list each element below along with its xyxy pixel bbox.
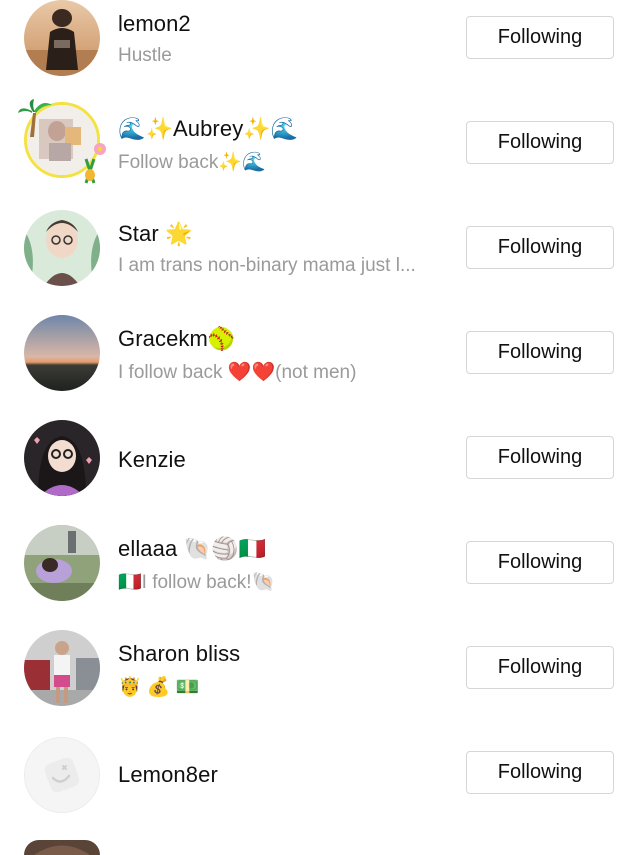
avatar[interactable]: [24, 737, 100, 813]
user-row-gracekm[interactable]: Gracekm🥎 I follow back ❤️❤️(not men) Fol…: [0, 315, 640, 420]
user-name[interactable]: Star 🌟: [118, 221, 192, 247]
user-row-aubrey[interactable]: 🌊✨Aubrey✨🌊 Follow back✨🌊 Following: [0, 99, 640, 210]
following-button[interactable]: Following: [466, 121, 614, 164]
user-name[interactable]: Gracekm🥎: [118, 326, 235, 352]
user-row-kenzie[interactable]: Kenzie Following: [0, 420, 640, 525]
following-button[interactable]: Following: [466, 751, 614, 794]
following-button[interactable]: Following: [466, 646, 614, 689]
user-bio: I am trans non-binary mama just l...: [118, 255, 416, 276]
user-bio: I follow back ❤️❤️(not men): [118, 362, 357, 383]
following-button[interactable]: Following: [466, 226, 614, 269]
following-button[interactable]: Following: [466, 331, 614, 374]
user-name[interactable]: 🌊✨Aubrey✨🌊: [118, 116, 298, 142]
user-bio: Hustle: [118, 45, 172, 66]
avatar-partial[interactable]: [24, 840, 100, 855]
user-row-ellaaa[interactable]: ellaaa 🐚🏐🇮🇹 🇮🇹I follow back!🐚 Following: [0, 525, 640, 630]
flower-icon: [84, 143, 106, 184]
palm-tree-icon: [18, 99, 52, 137]
user-row-star[interactable]: Star 🌟 I am trans non-binary mama just l…: [0, 210, 640, 315]
user-name[interactable]: Lemon8er: [118, 762, 218, 788]
following-button[interactable]: Following: [466, 541, 614, 584]
following-button[interactable]: Following: [466, 16, 614, 59]
lemon8-default-avatar-icon: [25, 738, 99, 812]
user-bio: 🇮🇹I follow back!🐚: [118, 572, 276, 593]
user-name[interactable]: ellaaa 🐚🏐🇮🇹: [118, 536, 266, 562]
avatar[interactable]: [24, 525, 100, 601]
user-row-sharon-bliss[interactable]: Sharon bliss 🤴 💰 💵 Following: [0, 630, 640, 735]
avatar[interactable]: [24, 0, 100, 76]
user-bio: Follow back✨🌊: [118, 152, 266, 173]
avatar[interactable]: [24, 315, 100, 391]
avatar[interactable]: [24, 420, 100, 496]
user-name[interactable]: Sharon bliss: [118, 641, 240, 667]
user-name[interactable]: lemon2: [118, 11, 191, 37]
following-button[interactable]: Following: [466, 436, 614, 479]
following-list: lemon2 Hustle Following 🌊✨Aubrey✨🌊 Follo…: [0, 0, 640, 855]
user-row-lemon2[interactable]: lemon2 Hustle Following: [0, 0, 640, 105]
user-bio: 🤴 💰 💵: [118, 677, 200, 698]
user-row-lemon8er[interactable]: Lemon8er Following: [0, 735, 640, 840]
user-name[interactable]: Kenzie: [118, 447, 186, 473]
avatar[interactable]: [24, 630, 100, 706]
avatar[interactable]: [24, 210, 100, 286]
